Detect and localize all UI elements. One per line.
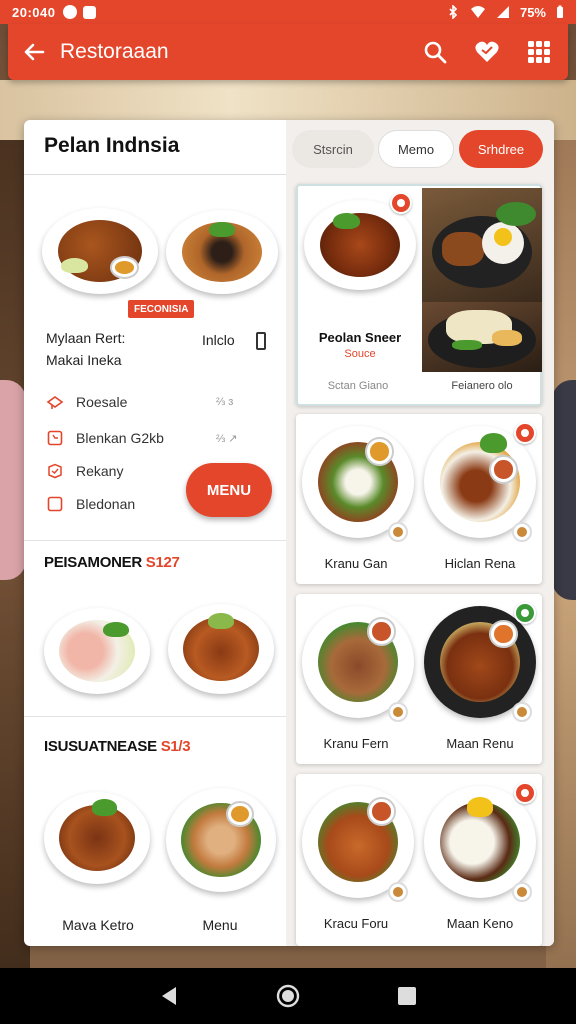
- restaurant-logo-icon: [512, 882, 532, 902]
- dish-name-left: Kranu Fern: [323, 736, 389, 751]
- status-time: 20:040: [12, 4, 56, 20]
- featured-caption-left: Sctan Giano: [327, 380, 389, 392]
- favorite-badge-icon[interactable]: [514, 602, 536, 624]
- restaurant-logo-icon: [388, 882, 408, 902]
- dish-image-chicken-salad[interactable]: [166, 788, 276, 892]
- restaurant-logo-icon: [512, 522, 532, 542]
- dish-image-noodles[interactable]: [166, 210, 278, 294]
- search-icon: [424, 41, 447, 64]
- dish-caption: Menu: [202, 917, 238, 933]
- info-line-2: Makai Ineka: [46, 352, 122, 368]
- dish-name-left: Kranu Gan: [324, 556, 388, 571]
- box-check-icon: [48, 463, 62, 479]
- bluetooth-icon: [449, 5, 458, 19]
- heart-icon: [475, 41, 499, 62]
- option-mark: ⅔ ↗: [216, 433, 238, 445]
- option-label: Blenkan G2kb: [76, 430, 164, 446]
- search-button[interactable]: [422, 39, 448, 65]
- app-bar: Restoraaan: [8, 24, 568, 80]
- option-item-1[interactable]: Roesale: [46, 390, 127, 414]
- option-label: Bledonan: [76, 496, 136, 512]
- featured-subtitle: Souce: [344, 348, 376, 360]
- nav-back-button[interactable]: [155, 982, 183, 1010]
- option-item-2[interactable]: Blenkan G2kb: [46, 426, 164, 450]
- cuisine-badge: FECONISIA: [128, 300, 195, 318]
- featured-dish-card[interactable]: Peolan Sneer Souce Sctan Giano Feianero …: [296, 184, 542, 406]
- checkbox-icon: [47, 496, 63, 512]
- dish-photo-2: [422, 302, 542, 372]
- grid-icon: [528, 41, 550, 63]
- hat-icon: [46, 396, 64, 409]
- wifi-icon: [470, 6, 485, 18]
- dish-image-roast-chicken[interactable]: [42, 208, 158, 294]
- back-arrow-icon: [24, 43, 45, 61]
- app-notification-icon: [83, 5, 97, 19]
- tab-active[interactable]: Srhdree: [459, 130, 543, 168]
- featured-title: Peolan Sneer: [318, 330, 402, 345]
- battery-level: 75%: [519, 4, 546, 20]
- divider: [24, 174, 286, 175]
- info-right-text: Inlclo: [202, 332, 235, 348]
- dish-row-card[interactable]: Kracu Foru Maan Keno: [296, 774, 542, 946]
- page-title: Restoraaan: [60, 40, 169, 63]
- option-label: Roesale: [76, 394, 128, 410]
- tab-menu[interactable]: Memo: [378, 130, 454, 168]
- restaurant-info-panel: Pelan Indnsia FECONISIA Mylaan Rert: Mak…: [24, 120, 286, 946]
- clock-icon: [47, 430, 63, 446]
- dish-row-card[interactable]: Kranu Gan Hiclan Rena: [296, 414, 542, 584]
- featured-caption-right: Feianero olo: [451, 380, 513, 392]
- dish-caption: Mava Ketro: [62, 917, 134, 933]
- section-title-1: PEISAMONER S127: [44, 554, 180, 571]
- option-item-3[interactable]: Rekany: [46, 459, 123, 483]
- tab-stall[interactable]: Stsrcin: [292, 130, 374, 168]
- recents-icon: [397, 987, 416, 1005]
- dish-name-right: Maan Renu: [446, 736, 514, 751]
- nav-home-button[interactable]: [274, 982, 302, 1010]
- menu-button[interactable]: MENU: [186, 463, 272, 517]
- option-label: Rekany: [76, 463, 124, 479]
- status-bar: 20:040 75%: [0, 0, 576, 24]
- dish-name-right: Maan Keno: [446, 916, 514, 931]
- dish-image-stew[interactable]: [168, 604, 274, 694]
- dish-image-grilled-roll[interactable]: [44, 792, 150, 884]
- section-title-text: ISUSUATNEASE: [44, 738, 157, 755]
- nav-recents-button[interactable]: [393, 982, 421, 1010]
- favorite-badge-icon[interactable]: [514, 422, 536, 444]
- restaurant-logo-icon: [388, 522, 408, 542]
- menu-panel: Stsrcin Memo Srhdree Peolan Sneer Souce …: [286, 120, 554, 946]
- favorite-button[interactable]: [474, 39, 500, 65]
- option-mark: ⅔ ɜ: [216, 396, 234, 408]
- restaurant-logo-icon: [388, 702, 408, 722]
- battery-icon: [557, 5, 563, 18]
- divider: [24, 540, 286, 541]
- system-nav-bar: [0, 968, 576, 1024]
- restaurant-logo-icon: [512, 702, 532, 722]
- home-icon: [276, 984, 300, 1008]
- back-button[interactable]: [8, 24, 60, 80]
- section-price: S1/3: [160, 738, 191, 755]
- dish-name-right: Hiclan Rena: [444, 556, 516, 571]
- restaurant-card: Pelan Indnsia FECONISIA Mylaan Rert: Mak…: [24, 120, 554, 946]
- option-item-4[interactable]: Bledonan: [46, 492, 135, 516]
- section-price: S127: [145, 554, 180, 571]
- triangle-back-icon: [162, 987, 177, 1005]
- dish-photo-1: [422, 188, 542, 302]
- divider: [24, 716, 286, 717]
- dish-row-card[interactable]: Kranu Fern Maan Renu: [296, 594, 542, 764]
- favorite-badge-icon[interactable]: [514, 782, 536, 804]
- favorite-badge-icon[interactable]: [390, 192, 412, 214]
- dish-image-rice-platter[interactable]: [44, 608, 150, 694]
- section-title-text: PEISAMONER: [44, 554, 142, 571]
- notification-icon: [63, 5, 78, 19]
- restaurant-name: Pelan Indnsia: [44, 134, 180, 157]
- info-line-1: Mylaan Rert:: [46, 330, 126, 346]
- grid-menu-button[interactable]: [526, 39, 552, 65]
- dish-name-left: Kracu Foru: [323, 916, 389, 931]
- signal-icon: [496, 6, 509, 18]
- section-title-2: ISUSUATNEASE S1/3: [44, 738, 191, 755]
- phone-icon[interactable]: [256, 332, 266, 350]
